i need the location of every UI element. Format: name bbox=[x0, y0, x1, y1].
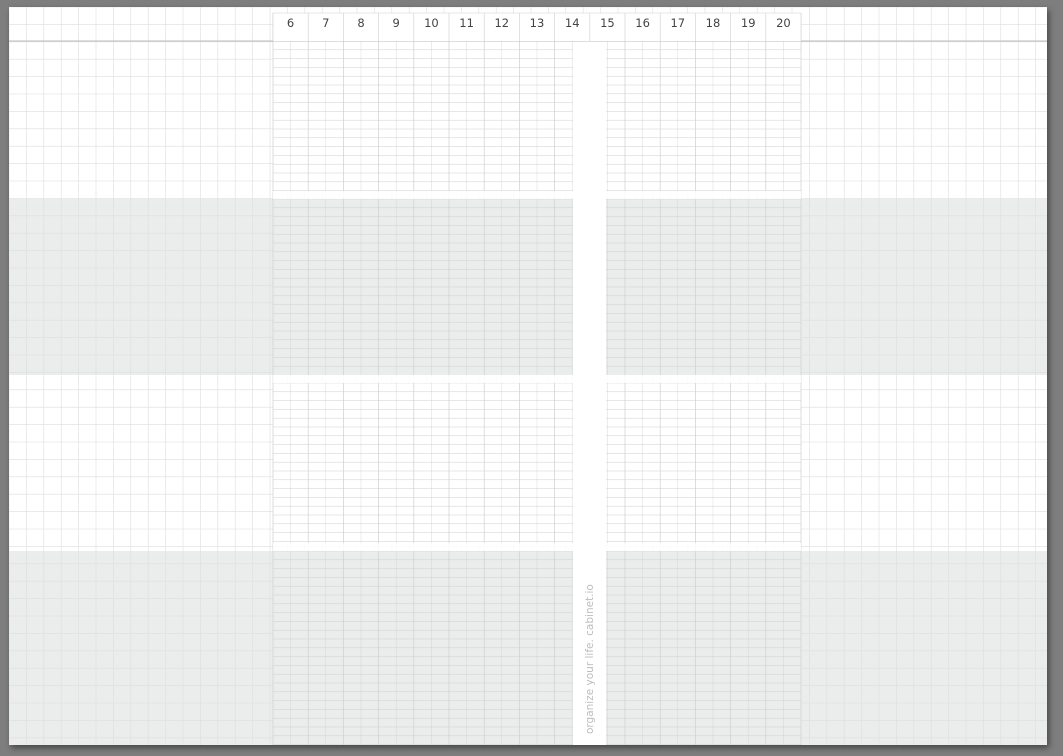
watermark-text: organize your life. cabinet.io bbox=[584, 584, 596, 734]
hour-label-16: 16 bbox=[635, 16, 650, 30]
planner-grid: 6 7 8 9 10 11 12 13 14 15 16 17 18 19 20 organize your … bbox=[9, 7, 1047, 745]
hour-label-6: 6 bbox=[287, 16, 294, 30]
hour-label-8: 8 bbox=[357, 16, 364, 30]
hour-label-17: 17 bbox=[670, 16, 685, 30]
hour-header: 6 7 8 9 10 11 12 13 14 15 16 17 18 19 20 bbox=[272, 12, 802, 41]
hour-label-9: 9 bbox=[393, 16, 400, 30]
hour-label-18: 18 bbox=[706, 16, 721, 30]
hour-label-19: 19 bbox=[741, 16, 756, 30]
hour-label-12: 12 bbox=[494, 16, 509, 30]
hour-label-14: 14 bbox=[565, 16, 580, 30]
planner-sheet: 6 7 8 9 10 11 12 13 14 15 16 17 18 19 20 organize your … bbox=[9, 7, 1047, 745]
hour-label-7: 7 bbox=[322, 16, 329, 30]
hour-label-13: 13 bbox=[530, 16, 545, 30]
hour-label-15: 15 bbox=[600, 16, 615, 30]
hour-label-20: 20 bbox=[776, 16, 791, 30]
hour-label-10: 10 bbox=[424, 16, 439, 30]
hour-label-11: 11 bbox=[459, 16, 474, 30]
